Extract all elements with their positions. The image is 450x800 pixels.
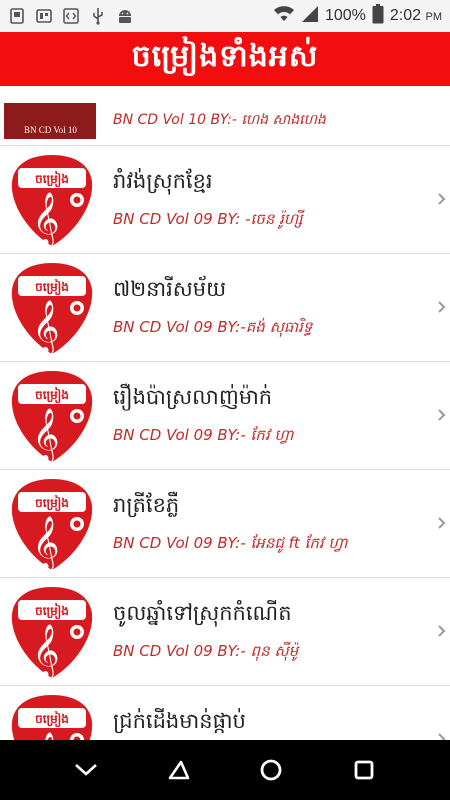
chevron-down-icon xyxy=(75,764,98,776)
list-item[interactable]: ចម្រៀង 𝄞 រាំវង់ស្រុកខ្មែរ BN CD Vol 09 BY: … xyxy=(0,146,450,254)
song-list[interactable]: BN CD Vol 10 BN CD Vol 10 BY:- ហេង សាងហេ… xyxy=(0,86,450,740)
thumbnail-label: ចម្រៀង xyxy=(35,387,69,404)
song-title: រឿងប៉ាស្រលាញ់ម៉ាក់ xyxy=(113,385,273,409)
thumbnail-label: ចម្រៀង xyxy=(35,711,69,728)
list-item[interactable]: ចម្រៀង 𝄞 ចូលឆ្នាំទៅស្រុកកំណើត BN CD Vol 09 … xyxy=(0,578,450,686)
usb-icon xyxy=(89,7,107,25)
song-subtitle: BN CD Vol 09 BY:-គង់ សុធារិទ្ធ xyxy=(113,318,313,336)
home-button[interactable] xyxy=(251,750,291,790)
album-cover: BN CD Vol 10 xyxy=(4,103,96,139)
chevron-right-icon xyxy=(438,193,446,205)
thumbnail-label: ចម្រៀង xyxy=(35,171,69,188)
clock: 2:02 PM xyxy=(390,7,442,25)
gallery-icon xyxy=(35,7,53,25)
navigation-bar xyxy=(0,740,450,800)
hide-keyboard-button[interactable] xyxy=(66,750,106,790)
thumbnail-label: ចម្រៀង xyxy=(35,495,69,512)
svg-text:𝄞: 𝄞 xyxy=(32,623,59,679)
chevron-right-icon xyxy=(438,301,446,313)
song-subtitle: BN CD Vol 10 BY:- ហេង សាងហេង xyxy=(113,112,326,128)
chevron-right-icon xyxy=(438,625,446,637)
song-title: រាត្រីខែភ្លឺ xyxy=(113,493,180,517)
song-thumbnail-icon: ចម្រៀង 𝄞 xyxy=(11,263,93,355)
android-icon xyxy=(116,7,134,25)
svg-text:𝄞: 𝄞 xyxy=(32,515,59,571)
battery-percent: 100% xyxy=(324,7,366,24)
song-subtitle: BN CD Vol 09 BY:- កែវ ហ្វា xyxy=(113,426,294,444)
song-title: រាំវង់ស្រុកខ្មែរ xyxy=(113,169,213,193)
app-bar: ចម្រៀងទាំងអស់ xyxy=(0,32,450,86)
thumbnail-label: ចម្រៀង xyxy=(35,279,69,296)
wifi-icon xyxy=(273,5,295,28)
song-thumbnail-icon: ចម្រៀង 𝄞 xyxy=(11,479,93,571)
svg-text:𝄞: 𝄞 xyxy=(32,191,59,247)
song-title: ជ្រក់ដើងមាន់ផ្កាប់ xyxy=(113,709,246,733)
song-title: ចូលឆ្នាំទៅស្រុកកំណើត xyxy=(113,601,292,625)
svg-text:𝄞: 𝄞 xyxy=(32,407,59,463)
song-thumbnail-icon: ចម្រៀង 𝄞 xyxy=(11,695,93,740)
list-item[interactable]: ចម្រៀង 𝄞 ៧២នារីសម័យ BN CD Vol 09 BY:-គង់ សុ… xyxy=(0,254,450,362)
song-subtitle: BN CD Vol 09 BY:- អែនជូ ft កែវ ហ្វា xyxy=(113,534,348,552)
list-item[interactable]: ចម្រៀង 𝄞 ជ្រក់ដើងមាន់ផ្កាប់ xyxy=(0,686,450,740)
status-bar: 100% 2:02 PM xyxy=(0,0,450,32)
back-button[interactable] xyxy=(159,750,199,790)
battery-icon xyxy=(372,3,384,29)
song-thumbnail-icon: ចម្រៀង 𝄞 xyxy=(11,371,93,463)
home-circle-icon xyxy=(260,759,282,781)
song-subtitle: BN CD Vol 09 BY: -ចេន រ៉ូហ្សី xyxy=(113,210,303,228)
recents-button[interactable] xyxy=(344,750,384,790)
sim-card-icon xyxy=(8,7,26,25)
song-subtitle: BN CD Vol 09 BY:- ពុន ស៊ីម៉ូ xyxy=(113,642,299,660)
notification-icons xyxy=(8,7,134,25)
list-item-partial[interactable]: BN CD Vol 10 BN CD Vol 10 BY:- ហេង សាងហេ… xyxy=(0,86,450,146)
song-title: ៧២នារីសម័យ xyxy=(113,277,227,301)
signal-icon xyxy=(301,5,319,28)
chevron-right-icon xyxy=(438,733,446,740)
recents-square-icon xyxy=(354,760,374,780)
clock-time: 2:02 xyxy=(389,7,422,24)
song-thumbnail-icon: ចម្រៀង 𝄞 xyxy=(11,587,93,679)
svg-text:𝄞: 𝄞 xyxy=(32,731,59,740)
song-thumbnail-icon: ចម្រៀង 𝄞 xyxy=(11,155,93,247)
thumbnail-label: ចម្រៀង xyxy=(35,603,69,620)
page-title: ចម្រៀងទាំងអស់ xyxy=(131,39,319,74)
chevron-right-icon xyxy=(438,409,446,421)
list-item[interactable]: ចម្រៀង 𝄞 រឿងប៉ាស្រលាញ់ម៉ាក់ BN CD Vol 09 BY… xyxy=(0,362,450,470)
system-icons: 100% 2:02 PM xyxy=(273,3,442,29)
back-triangle-icon xyxy=(168,760,190,780)
list-item[interactable]: ចម្រៀង 𝄞 រាត្រីខែភ្លឺ BN CD Vol 09 BY:- អែន… xyxy=(0,470,450,578)
album-cover-label: BN CD Vol 10 xyxy=(24,125,77,135)
clock-suffix: PM xyxy=(425,11,443,23)
svg-text:𝄞: 𝄞 xyxy=(32,299,59,355)
code-icon xyxy=(62,7,80,25)
song-list-content: BN CD Vol 10 BN CD Vol 10 BY:- ហេង សាងហេ… xyxy=(0,86,450,740)
chevron-right-icon xyxy=(438,517,446,529)
